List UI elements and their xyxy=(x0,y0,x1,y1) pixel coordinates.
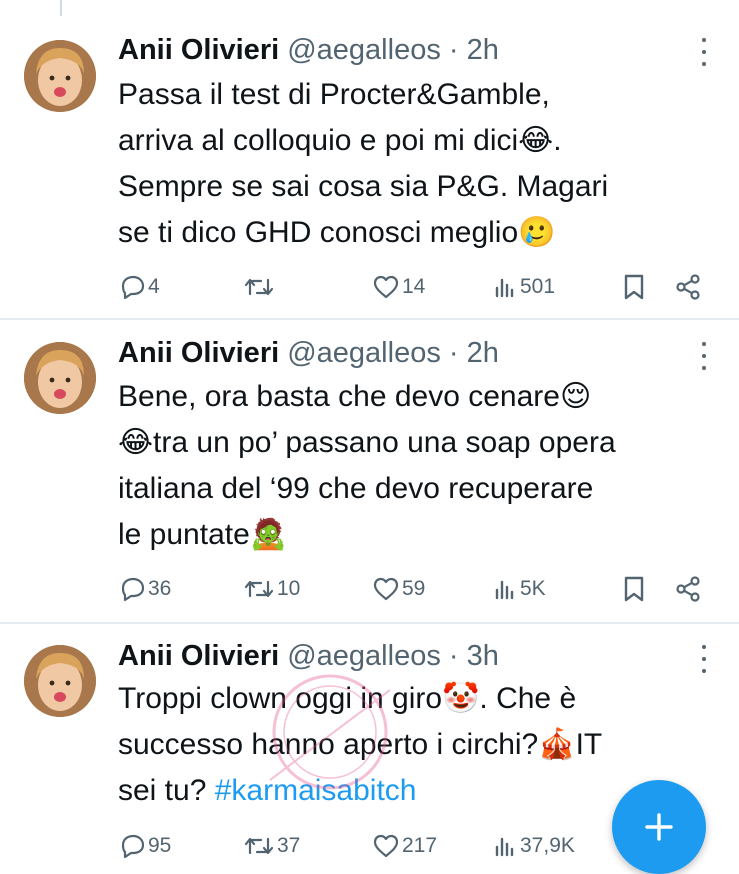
thread-line xyxy=(60,0,62,16)
timestamp[interactable]: 2h xyxy=(467,337,499,369)
tweet-actions: 4 14 501 xyxy=(118,272,718,302)
reply-count: 4 xyxy=(148,275,160,298)
tweet-text-fragment: sei tu? xyxy=(118,774,215,807)
reply-button[interactable]: 95 xyxy=(118,831,171,861)
view-count: 37,9K xyxy=(520,834,575,857)
share-icon xyxy=(676,576,700,602)
tweet-text-line: 😂tra un po’ passano una soap opera xyxy=(118,426,616,459)
author-name[interactable]: Anii Olivieri xyxy=(118,337,279,369)
tweet-header: Anii Olivieri @aegalleos · 2h xyxy=(118,333,499,373)
tweet-text-line: successo hanno aperto i circhi?🎪IT xyxy=(118,728,603,761)
retweet-count: 10 xyxy=(277,577,301,600)
heart-icon xyxy=(373,275,399,299)
avatar[interactable] xyxy=(24,645,96,717)
author-handle[interactable]: @aegalleos xyxy=(287,640,441,672)
more-icon[interactable] xyxy=(699,342,709,370)
more-icon[interactable] xyxy=(699,645,709,673)
tweet-text-line: Sempre se sai cosa sia P&G. Magari xyxy=(118,170,609,203)
tweet-header: Anii Olivieri @aegalleos · 2h xyxy=(118,30,499,70)
tweet-text-line: Troppi clown oggi in giro🤡. Che è xyxy=(118,682,577,715)
tweet-text-line: le puntate🧟 xyxy=(118,518,288,551)
tweet-text-line: Passa il test di Procter&Gamble, xyxy=(118,78,550,111)
author-name[interactable]: Anii Olivieri xyxy=(118,34,279,66)
author-handle[interactable]: @aegalleos xyxy=(287,337,441,369)
avatar[interactable] xyxy=(24,40,96,112)
views-button[interactable]: 5K xyxy=(494,574,546,604)
retweet-icon xyxy=(244,278,274,296)
tweet-text-line: se ti dico GHD conosci meglio🥲 xyxy=(118,216,556,249)
view-count: 501 xyxy=(520,275,556,298)
share-button[interactable] xyxy=(674,574,702,604)
more-icon[interactable] xyxy=(699,38,709,66)
retweet-button[interactable]: 37 xyxy=(243,831,300,861)
bookmark-button[interactable] xyxy=(622,272,646,302)
like-count: 14 xyxy=(402,275,426,298)
retweet-button[interactable]: 10 xyxy=(243,574,300,604)
like-count: 59 xyxy=(402,577,426,600)
reply-button[interactable]: 4 xyxy=(118,272,160,302)
author-name[interactable]: Anii Olivieri xyxy=(118,640,279,672)
separator-dot: · xyxy=(448,640,459,672)
timestamp[interactable]: 3h xyxy=(467,640,499,672)
heart-icon xyxy=(373,577,399,601)
reply-icon xyxy=(121,577,145,602)
separator-dot: · xyxy=(448,34,459,66)
retweet-icon xyxy=(244,837,274,855)
tweet-actions: 36 10 59 5K xyxy=(118,574,718,604)
author-handle[interactable]: @aegalleos xyxy=(287,34,441,66)
view-count: 5K xyxy=(520,577,546,600)
tweet-text: Passa il test di Procter&Gamble, arriva … xyxy=(118,72,728,256)
views-button[interactable]: 37,9K xyxy=(494,831,575,861)
reply-count: 36 xyxy=(148,577,172,600)
tweet-divider xyxy=(0,318,739,320)
tweet-text-line: italiana del ‘99 che devo recuperare xyxy=(118,472,594,505)
like-button[interactable]: 217 xyxy=(372,831,437,861)
watermark-stamp xyxy=(250,670,410,805)
views-icon xyxy=(495,278,514,298)
bookmark-icon xyxy=(624,274,644,300)
bookmark-button[interactable] xyxy=(622,574,646,604)
compose-button[interactable] xyxy=(612,780,706,874)
separator-dot: · xyxy=(448,337,459,369)
views-icon xyxy=(495,580,514,600)
heart-icon xyxy=(373,834,399,858)
reply-button[interactable]: 36 xyxy=(118,574,171,604)
tweet-divider xyxy=(0,622,739,624)
reply-count: 95 xyxy=(148,834,172,857)
bookmark-icon xyxy=(624,576,644,602)
views-button[interactable]: 501 xyxy=(494,272,555,302)
reply-icon xyxy=(121,275,145,300)
plus-icon xyxy=(645,813,673,841)
like-button[interactable]: 59 xyxy=(372,574,425,604)
retweet-count: 37 xyxy=(277,834,301,857)
like-count: 217 xyxy=(402,834,438,857)
retweet-button[interactable] xyxy=(243,272,277,302)
tweet-text-line: arriva al colloquio e poi mi dici😂. xyxy=(118,124,562,157)
reply-icon xyxy=(121,834,145,859)
timestamp[interactable]: 2h xyxy=(467,34,499,66)
retweet-icon xyxy=(244,580,274,598)
views-icon xyxy=(495,837,514,857)
share-button[interactable] xyxy=(674,272,702,302)
tweet-text: Bene, ora basta che devo cenare😌 😂tra un… xyxy=(118,374,728,558)
share-icon xyxy=(676,274,700,300)
avatar[interactable] xyxy=(24,342,96,414)
like-button[interactable]: 14 xyxy=(372,272,425,302)
tweet-text-line: Bene, ora basta che devo cenare😌 xyxy=(118,380,592,413)
